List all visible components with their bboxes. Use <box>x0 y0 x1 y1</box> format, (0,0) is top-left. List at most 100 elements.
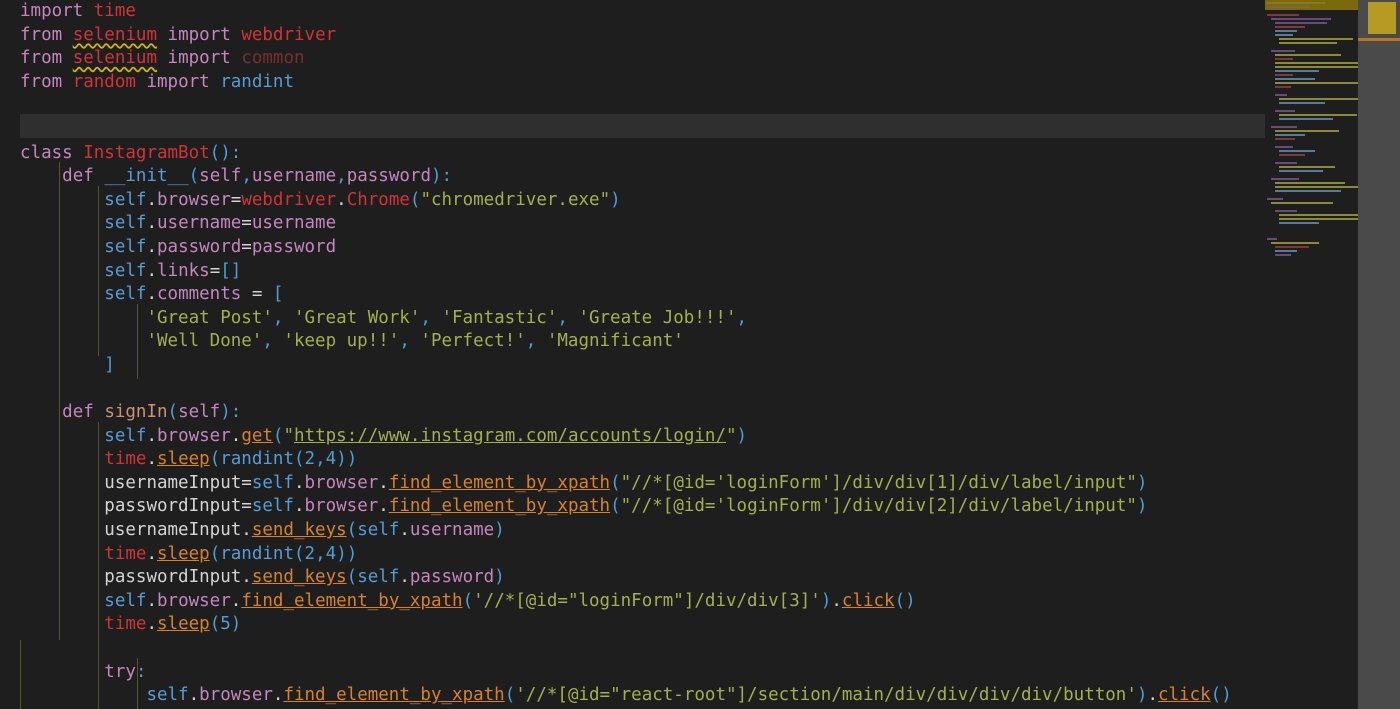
scrollbar-thumb[interactable] <box>1368 2 1396 34</box>
minimap-line <box>1275 186 1358 188</box>
code-token: selenium <box>72 48 157 69</box>
code-line[interactable]: import time <box>0 0 1265 24</box>
code-line[interactable]: self.comments = [ <box>0 283 1265 307</box>
code-token: , <box>736 307 748 328</box>
minimap-line <box>1279 98 1358 100</box>
code-token: self <box>357 520 400 541</box>
code-token: () <box>894 590 916 611</box>
code-token: : <box>135 661 147 682</box>
minimap-line <box>1275 146 1293 148</box>
code-editor[interactable]: import time from selenium import webdrive… <box>0 0 1400 709</box>
minimap-line <box>1279 222 1319 224</box>
code-line[interactable]: from random import randint <box>0 71 1265 95</box>
code-token: randint <box>220 449 294 470</box>
code-line[interactable] <box>0 378 1265 402</box>
minimap-line <box>1275 138 1295 140</box>
code-line[interactable]: def __init__(self,username,password): <box>0 165 1265 189</box>
code-surface[interactable]: import time from selenium import webdrive… <box>0 0 1265 709</box>
code-token: . <box>146 590 157 611</box>
code-token: 4 <box>325 543 337 564</box>
vertical-scrollbar[interactable] <box>1358 0 1400 709</box>
minimap-line <box>1271 242 1319 244</box>
code-token: InstagramBot <box>83 142 210 163</box>
code-token: ( <box>610 472 621 493</box>
code-line[interactable]: self.browser=webdriver.Chrome("chromedri… <box>0 189 1265 213</box>
minimap-line <box>1275 74 1293 76</box>
code-token: ) <box>494 520 505 541</box>
code-token: self <box>251 472 294 493</box>
code-token: . <box>146 449 157 470</box>
code-token: ) <box>230 614 242 635</box>
code-token: def <box>62 402 94 423</box>
code-line[interactable]: self.browser.get("https://www.instagram.… <box>0 425 1265 449</box>
code-token: ( <box>504 685 516 706</box>
code-line[interactable]: self.links=[] <box>0 260 1265 284</box>
code-line[interactable]: usernameInput.send_keys(self.username) <box>0 519 1265 543</box>
code-token: ) <box>820 590 832 611</box>
code-line[interactable]: from selenium import common <box>0 47 1265 71</box>
code-token: ( <box>462 590 474 611</box>
code-line[interactable]: self.browser.find_element_by_xpath('//*[… <box>0 590 1265 614</box>
code-line[interactable]: usernameInput=self.browser.find_element_… <box>0 472 1265 496</box>
code-token: ( <box>346 520 358 541</box>
code-line[interactable]: time.sleep(5) <box>0 613 1265 637</box>
code-line[interactable]: self.username=username <box>0 212 1265 236</box>
code-line[interactable]: time.sleep(randint(2,4)) <box>0 448 1265 472</box>
code-line[interactable]: 'Well Done', 'keep up!!', 'Perfect!', 'M… <box>0 330 1265 354</box>
code-line[interactable] <box>0 637 1265 661</box>
code-token: from <box>20 24 63 45</box>
code-line[interactable]: from selenium import webdriver <box>0 24 1265 48</box>
code-token: , <box>336 166 347 187</box>
code-token: . <box>146 543 157 564</box>
code-line[interactable] <box>0 94 1265 118</box>
code-line[interactable]: self.password=password <box>0 236 1265 260</box>
code-token: : <box>441 166 453 187</box>
code-line[interactable]: passwordInput=self.browser.find_element_… <box>0 495 1265 519</box>
code-line[interactable]: passwordInput.send_keys(self.password) <box>0 566 1265 590</box>
code-token: self <box>199 166 242 187</box>
code-token: ( <box>409 189 421 210</box>
code-line[interactable]: self.browser.find_element_by_xpath('//*[… <box>0 684 1265 708</box>
code-line[interactable]: class InstagramBot(): <box>0 142 1265 166</box>
code-token: = <box>241 236 252 257</box>
minimap-line <box>1275 66 1358 68</box>
code-token: ( <box>209 543 221 564</box>
code-token: Chrome <box>346 189 410 210</box>
code-line[interactable]: time.sleep(randint(2,4)) <box>0 543 1265 567</box>
code-token: = <box>230 189 242 210</box>
code-line[interactable]: def signIn(self): <box>0 401 1265 425</box>
code-token: ( <box>209 614 221 635</box>
code-token: time <box>104 543 147 564</box>
code-token: 'keep up!!' <box>283 331 400 352</box>
minimap-line <box>1275 110 1295 112</box>
code-line[interactable]: try: <box>0 661 1265 685</box>
code-token: ( <box>209 449 221 470</box>
code-token: [ <box>272 284 284 305</box>
minimap[interactable] <box>1265 0 1358 709</box>
code-token: randint <box>220 71 294 92</box>
code-token: sleep <box>157 449 210 470</box>
code-token: 4 <box>325 449 337 470</box>
code-text[interactable]: import time from selenium import webdrive… <box>0 0 1265 708</box>
minimap-line <box>1275 70 1319 72</box>
overview-ruler-marker[interactable] <box>1358 38 1400 41</box>
minimap-line <box>1271 178 1299 180</box>
minimap-line <box>1275 130 1339 132</box>
code-line[interactable] <box>0 118 1265 142</box>
code-token: [] <box>220 260 242 281</box>
code-token: , <box>420 307 442 328</box>
minimap-line <box>1279 170 1323 172</box>
minimap-line <box>1279 166 1335 168</box>
code-token: "//*[@id='loginForm']/div/div[2]/div/lab… <box>620 496 1137 517</box>
code-line[interactable]: 'Great Post', 'Great Work', 'Fantastic',… <box>0 307 1265 331</box>
code-line[interactable]: ] <box>0 354 1265 378</box>
code-token: , <box>241 166 252 187</box>
